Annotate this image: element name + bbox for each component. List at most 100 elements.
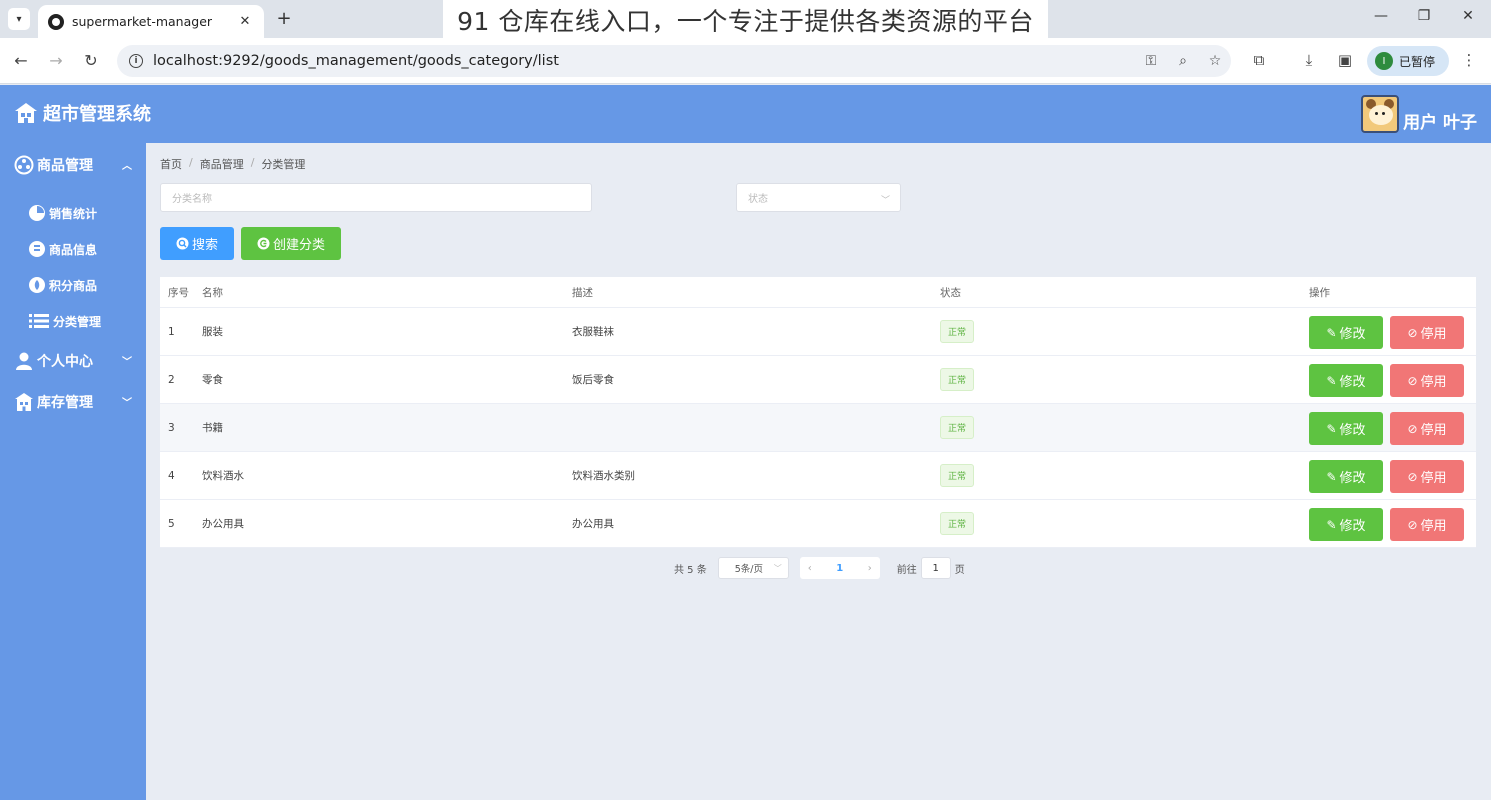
bookmark-star-icon[interactable]: ☆ xyxy=(1199,53,1231,69)
forward-icon[interactable]: → xyxy=(45,50,67,72)
restore-icon[interactable]: ❐ xyxy=(1414,8,1434,24)
store-icon xyxy=(15,103,37,123)
extensions-icon[interactable]: ⧉ xyxy=(1248,51,1270,69)
address-bar[interactable]: i localhost:9292/goods_management/goods_… xyxy=(117,45,1231,77)
user-avatar[interactable] xyxy=(1361,95,1400,133)
side-panel-icon[interactable]: ▣ xyxy=(1334,51,1356,69)
tab-close-icon[interactable]: ✕ xyxy=(236,14,254,29)
sidebar-group-personal-center[interactable]: 个人中心 ﹀ xyxy=(0,341,146,381)
edit-button-label: 修改 xyxy=(1339,375,1366,390)
edit-button[interactable]: ✎ 修改 xyxy=(1309,412,1383,445)
disable-button-label: 停用 xyxy=(1420,375,1447,390)
sidebar-item-label: 商品信息 xyxy=(49,242,98,257)
sidebar-group-label: 个人中心 xyxy=(37,354,93,370)
user-icon xyxy=(16,352,32,370)
breadcrumb: 首页 / 商品管理 / 分类管理 xyxy=(160,156,306,172)
column-header-description: 描述 xyxy=(572,286,593,299)
column-header-name: 名称 xyxy=(202,286,223,299)
goto-page-input[interactable]: 1 xyxy=(920,557,951,579)
disable-button[interactable]: ⊘ 停用 xyxy=(1390,412,1464,445)
prev-page-icon[interactable]: ‹ xyxy=(808,563,812,574)
disable-icon: ⊘ xyxy=(1407,469,1418,484)
browser-menu-icon[interactable]: ⋮ xyxy=(1458,51,1480,69)
edit-button-label: 修改 xyxy=(1339,327,1366,342)
edit-button[interactable]: ✎ 修改 xyxy=(1309,508,1383,541)
disable-button[interactable]: ⊘ 停用 xyxy=(1390,316,1464,349)
sidebar-group-goods[interactable]: 商品管理 ︿ xyxy=(0,145,146,185)
reload-icon[interactable]: ↻ xyxy=(80,50,102,72)
disable-button[interactable]: ⊘ 停用 xyxy=(1390,460,1464,493)
cell-name: 书籍 xyxy=(202,422,223,434)
stats-icon xyxy=(29,205,45,221)
edit-icon: ✎ xyxy=(1326,325,1337,340)
sidebar-item-sales-stats[interactable]: 销售统计 xyxy=(28,195,146,231)
pagination: 共 5 条 5条/页 ﹀ ‹ 1 › 前往 1 页 xyxy=(674,557,965,579)
download-icon[interactable]: ⤓ xyxy=(1298,51,1320,69)
sidebar-item-category-management[interactable]: 分类管理 xyxy=(28,303,146,339)
create-button-label: 创建分类 xyxy=(272,238,325,253)
window-close-icon[interactable]: ✕ xyxy=(1458,8,1478,24)
current-page[interactable]: 1 xyxy=(836,563,843,574)
sidebar-group-label: 商品管理 xyxy=(37,158,93,174)
sidebar-item-goods-info[interactable]: 商品信息 xyxy=(28,231,146,267)
disable-button-label: 停用 xyxy=(1420,327,1447,342)
cell-index: 1 xyxy=(168,325,175,338)
sidebar-item-label: 分类管理 xyxy=(53,314,102,329)
cell-name: 服装 xyxy=(202,326,223,338)
disable-button[interactable]: ⊘ 停用 xyxy=(1390,508,1464,541)
create-category-button[interactable]: 创建分类 xyxy=(241,227,341,260)
sidebar-group-inventory[interactable]: 库存管理 ﹀ xyxy=(0,382,146,422)
page-size-select[interactable]: 5条/页 ﹀ xyxy=(717,557,789,579)
sidebar-item-label: 销售统计 xyxy=(49,206,98,221)
edit-button[interactable]: ✎ 修改 xyxy=(1309,460,1383,493)
user-menu[interactable]: 用户 叶子 xyxy=(1361,95,1477,133)
cell-index: 5 xyxy=(168,517,175,530)
tab-search-button[interactable]: ▾ xyxy=(8,8,30,30)
profile-label: 已暂停 xyxy=(1399,54,1436,69)
disable-button[interactable]: ⊘ 停用 xyxy=(1390,364,1464,397)
profile-button[interactable]: I 已暂停 xyxy=(1367,46,1449,76)
breadcrumb-current: 分类管理 xyxy=(261,158,306,171)
status-select[interactable]: 状态 ﹀ xyxy=(736,183,901,212)
browser-tab[interactable]: supermarket-manager ✕ xyxy=(38,5,264,38)
status-badge: 正常 xyxy=(940,416,975,439)
cell-name: 零食 xyxy=(202,374,223,386)
edit-button[interactable]: ✎ 修改 xyxy=(1309,364,1383,397)
sidebar-item-points-goods[interactable]: 积分商品 xyxy=(28,267,146,303)
new-tab-button[interactable]: + xyxy=(274,9,294,29)
cell-description: 饮料酒水类别 xyxy=(572,470,635,482)
cell-description: 饭后零食 xyxy=(572,374,614,386)
table-header: 序号 名称 描述 状态 操作 xyxy=(160,277,1476,308)
edit-button-label: 修改 xyxy=(1339,471,1366,486)
page-suffix: 页 xyxy=(954,564,965,576)
sidebar: 商品管理 ︿ 销售统计 商品信息 积分商品 分类管理 个人中心 ﹀ 库存管理 ﹀ xyxy=(0,143,146,800)
pagination-total: 共 5 条 xyxy=(674,564,707,576)
url-text[interactable]: localhost:9292/goods_management/goods_ca… xyxy=(153,53,1135,69)
zoom-icon[interactable]: ⌕ xyxy=(1167,53,1199,69)
edit-button[interactable]: ✎ 修改 xyxy=(1309,316,1383,349)
plus-circle-icon xyxy=(257,237,270,250)
table-row: 5 办公用具 办公用具 正常 ✎ 修改 ⊘ 停用 xyxy=(160,500,1476,548)
minimize-icon[interactable]: — xyxy=(1371,8,1391,24)
breadcrumb-home[interactable]: 首页 xyxy=(160,156,182,172)
table-row: 2 零食 饭后零食 正常 ✎ 修改 ⊘ 停用 xyxy=(160,356,1476,404)
warehouse-icon xyxy=(15,393,33,411)
cell-description: 办公用具 xyxy=(572,518,614,530)
column-header-status: 状态 xyxy=(940,286,961,299)
back-icon[interactable]: ← xyxy=(10,50,32,72)
sidebar-group-label: 库存管理 xyxy=(37,395,93,411)
status-select-placeholder: 状态 xyxy=(748,194,768,205)
site-info-icon[interactable]: i xyxy=(129,54,143,68)
search-button[interactable]: 搜索 xyxy=(160,227,234,260)
breadcrumb-goods[interactable]: 商品管理 xyxy=(200,156,244,172)
disable-icon: ⊘ xyxy=(1407,325,1418,340)
next-page-icon[interactable]: › xyxy=(868,563,872,574)
category-name-input[interactable]: 分类名称 xyxy=(160,183,592,212)
overlay-banner: 91 仓库在线入口，一个专注于提供各类资源的平台 xyxy=(443,0,1048,40)
search-button-label: 搜索 xyxy=(191,238,218,253)
cell-description: 衣服鞋袜 xyxy=(572,326,614,338)
password-key-icon[interactable]: ⚿ xyxy=(1135,53,1167,69)
goods-info-icon xyxy=(29,241,45,257)
disable-icon: ⊘ xyxy=(1407,517,1418,532)
search-icon xyxy=(176,237,189,250)
